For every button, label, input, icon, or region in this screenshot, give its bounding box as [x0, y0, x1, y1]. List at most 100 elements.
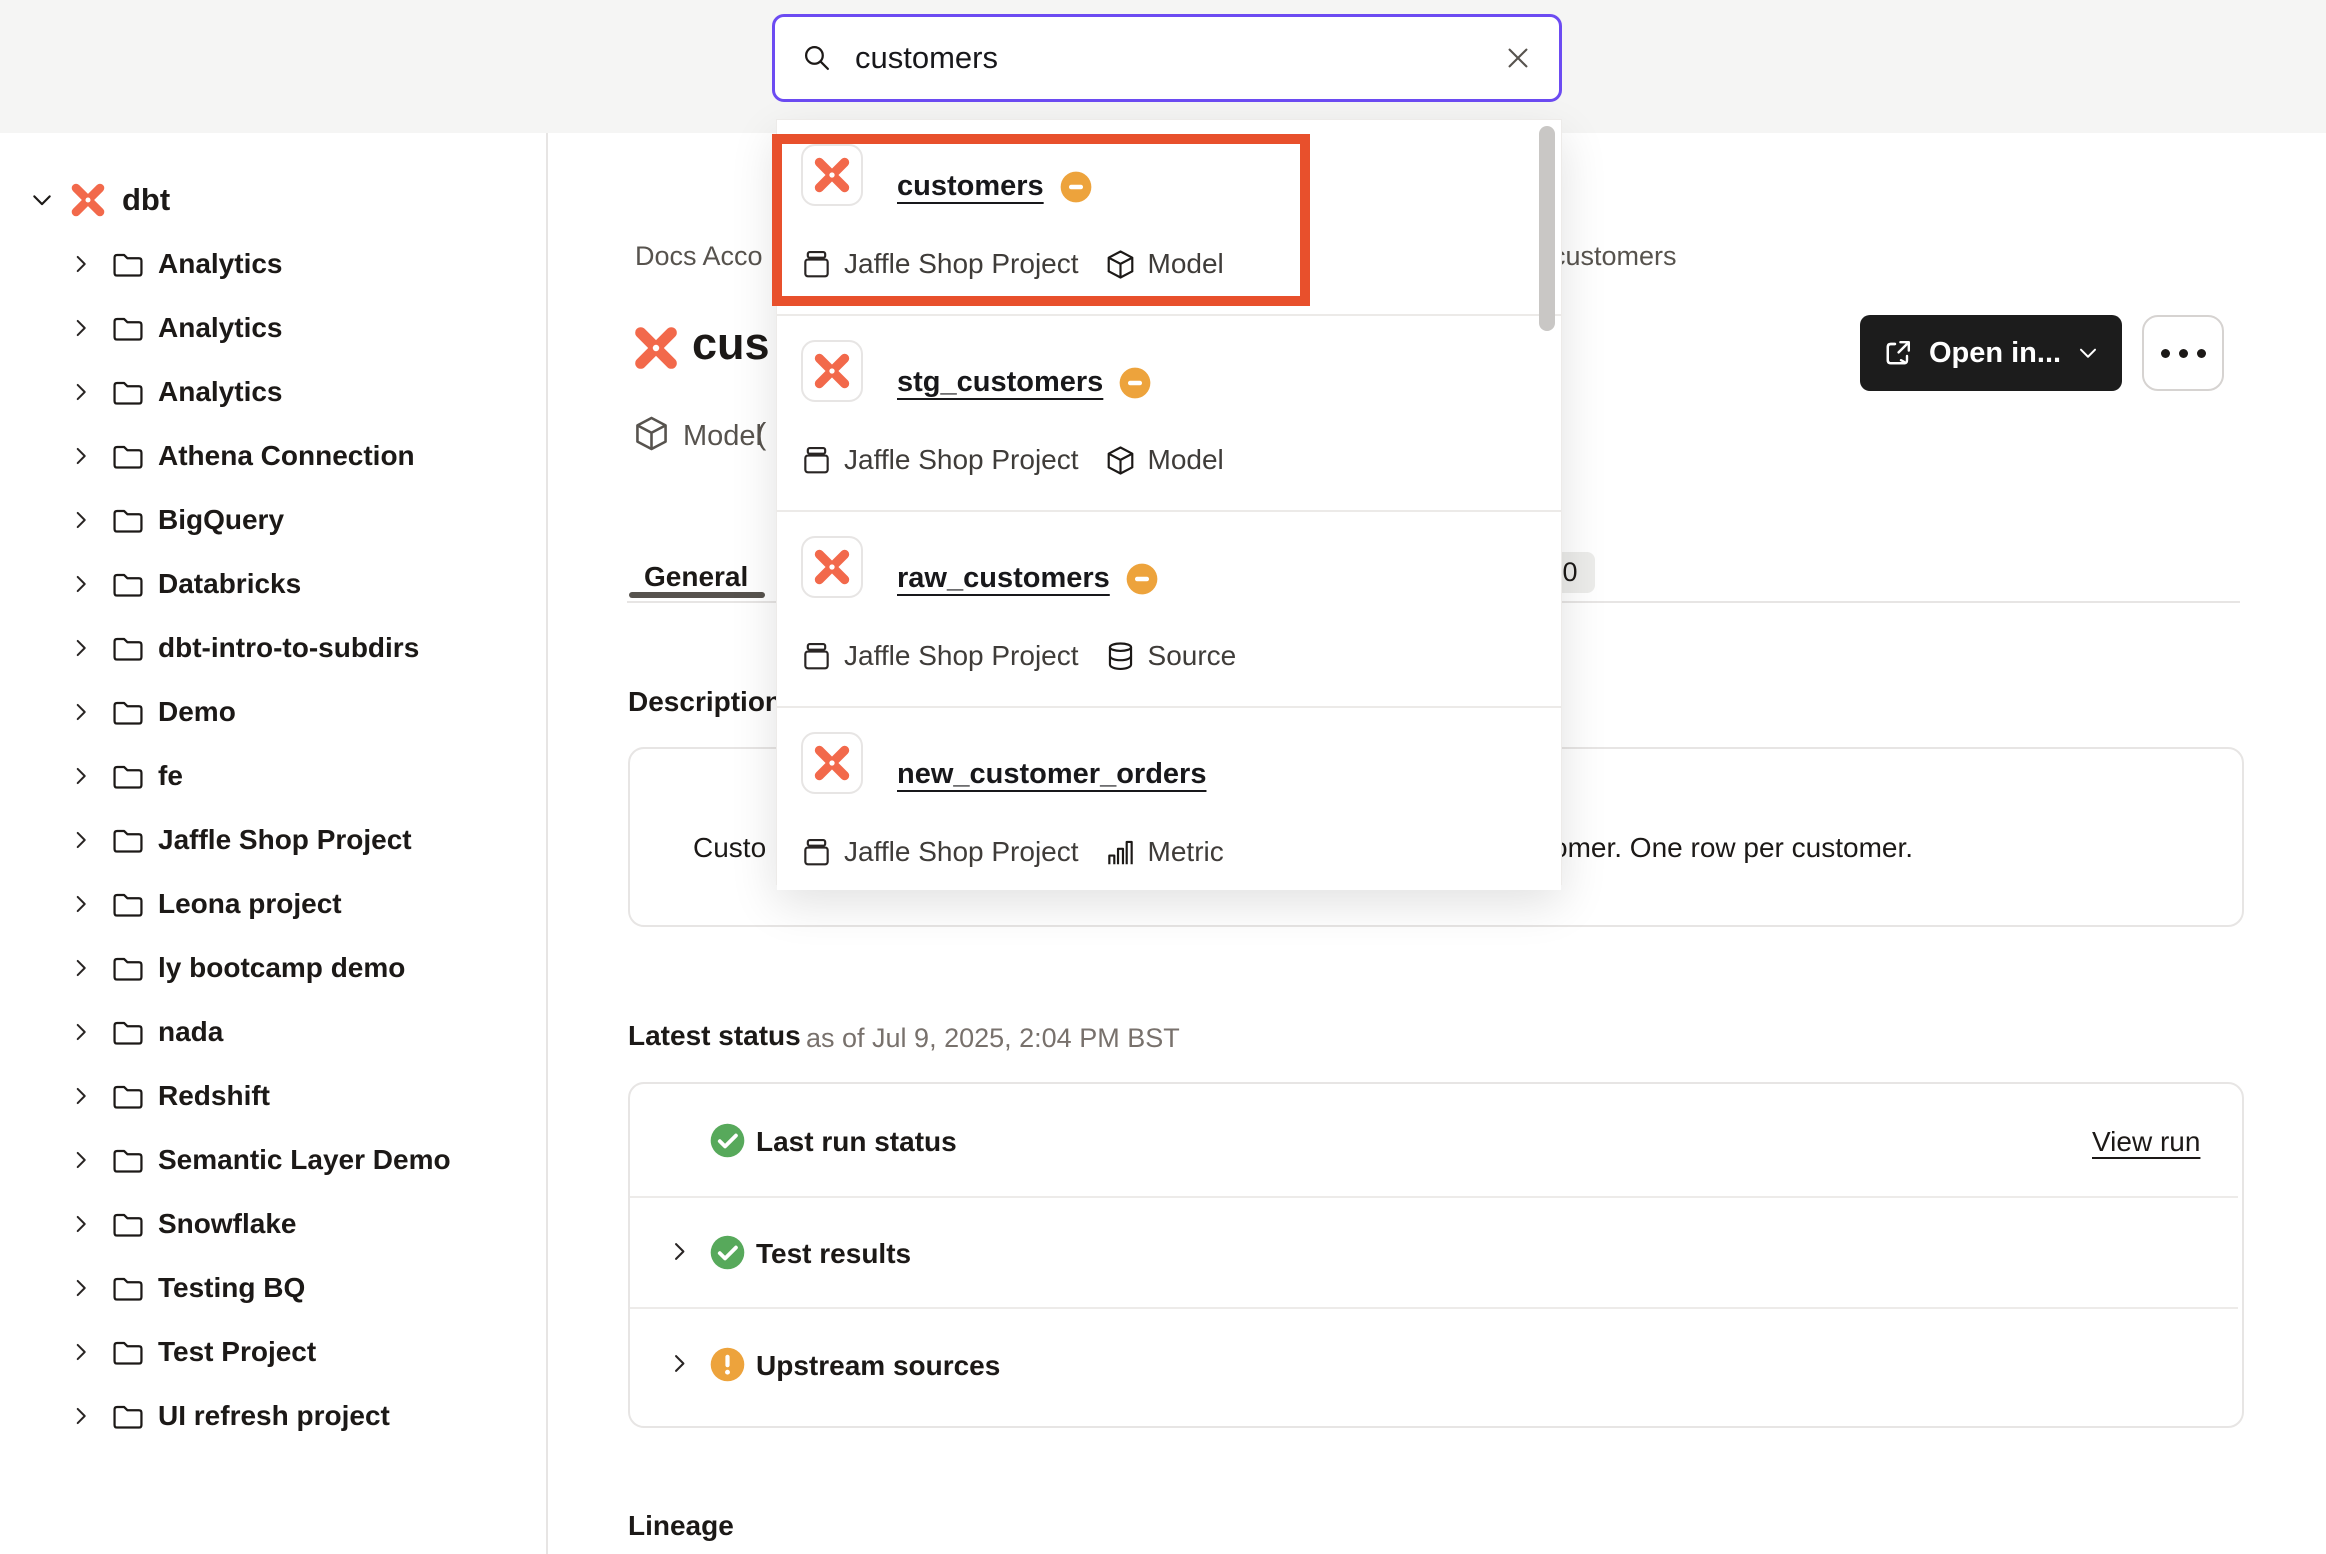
chevron-right-icon[interactable] — [70, 573, 92, 595]
folder-icon — [112, 1208, 144, 1240]
sidebar-tree-item[interactable]: fe — [0, 744, 544, 808]
dbt-logo-icon — [813, 156, 851, 194]
sidebar-tree-item[interactable]: ly bootcamp demo — [0, 936, 544, 1000]
chevron-right-icon[interactable] — [70, 1405, 92, 1427]
tree-item-label: Snowflake — [158, 1208, 296, 1240]
tree-item-label: Jaffle Shop Project — [158, 824, 412, 856]
sidebar-tree-item[interactable]: Leona project — [0, 872, 544, 936]
chevron-right-icon[interactable] — [70, 1277, 92, 1299]
chevron-right-icon[interactable] — [70, 1341, 92, 1363]
search-result-item[interactable]: stg_customers Jaffle Shop Project Model — [777, 316, 1561, 512]
test-results-label: Test results — [756, 1238, 911, 1270]
tab-general[interactable]: General — [644, 561, 748, 593]
card-divider — [630, 1307, 2238, 1309]
tree-item-label: Test Project — [158, 1336, 316, 1368]
tree-item-label: fe — [158, 760, 183, 792]
sidebar-tree-item[interactable]: UI refresh project — [0, 1384, 544, 1448]
folder-icon — [112, 824, 144, 856]
latest-status-timestamp: as of Jul 9, 2025, 2:04 PM BST — [806, 1023, 1180, 1054]
project-box-icon — [801, 641, 832, 672]
folder-icon — [112, 1144, 144, 1176]
folder-icon — [112, 1080, 144, 1112]
folder-icon — [112, 568, 144, 600]
chevron-right-icon[interactable] — [70, 957, 92, 979]
project-box-icon — [801, 445, 832, 476]
result-name[interactable]: new_customer_orders — [897, 758, 1206, 791]
chevron-right-icon[interactable] — [70, 317, 92, 339]
sidebar-tree-item[interactable]: Databricks — [0, 552, 544, 616]
result-type-label: Metric — [1148, 836, 1224, 868]
sidebar-tree-item[interactable]: BigQuery — [0, 488, 544, 552]
result-name[interactable]: stg_customers — [897, 366, 1103, 399]
sidebar-tree-item[interactable]: Analytics — [0, 360, 544, 424]
result-project: Jaffle Shop Project — [844, 444, 1079, 476]
breadcrumb-current: customers — [1552, 241, 1677, 272]
chevron-right-icon[interactable] — [70, 893, 92, 915]
project-sidebar: dbt Analytics Analytics Analytics Athena… — [0, 133, 548, 1554]
latest-status-heading: Latest status — [628, 1020, 801, 1052]
chevron-right-icon[interactable] — [70, 509, 92, 531]
chevron-right-icon[interactable] — [70, 829, 92, 851]
result-type-label: Model — [1148, 444, 1224, 476]
open-in-button[interactable]: Open in... — [1860, 315, 2122, 391]
result-dbt-icon-box — [801, 144, 863, 206]
search-results-list: customers Jaffle Shop Project Model stg_… — [777, 120, 1561, 890]
lineage-heading: Lineage — [628, 1510, 734, 1542]
sidebar-tree-item[interactable]: Jaffle Shop Project — [0, 808, 544, 872]
sidebar-tree-item[interactable]: nada — [0, 1000, 544, 1064]
sidebar-tree-item[interactable]: Test Project — [0, 1320, 544, 1384]
search-result-item[interactable]: customers Jaffle Shop Project Model — [777, 120, 1561, 316]
folder-icon — [112, 1016, 144, 1048]
chevron-right-icon[interactable] — [70, 1021, 92, 1043]
global-search-bar — [772, 14, 1562, 102]
chevron-right-icon[interactable] — [70, 701, 92, 723]
result-name[interactable]: raw_customers — [897, 562, 1110, 595]
chevron-right-icon[interactable] — [70, 253, 92, 275]
chevron-right-icon[interactable] — [70, 1085, 92, 1107]
chevron-right-icon[interactable] — [70, 765, 92, 787]
tree-item-label: Analytics — [158, 248, 283, 280]
dropdown-scrollbar[interactable] — [1539, 126, 1555, 331]
sidebar-tree-item[interactable]: dbt-intro-to-subdirs — [0, 616, 544, 680]
sidebar-tree-item[interactable]: Testing BQ — [0, 1256, 544, 1320]
clear-search-icon[interactable] — [1503, 43, 1533, 73]
search-input[interactable] — [853, 39, 1483, 77]
chevron-down-icon[interactable] — [30, 188, 54, 212]
breadcrumb: Docs Acco — [635, 241, 763, 272]
model-cube-icon — [1105, 249, 1136, 280]
result-meta: Jaffle Shop Project Model — [801, 444, 1224, 476]
project-tree: dbt Analytics Analytics Analytics Athena… — [0, 168, 544, 1448]
tree-item-label: Demo — [158, 696, 236, 728]
tree-root-dbt[interactable]: dbt — [0, 168, 544, 232]
chevron-right-icon[interactable] — [668, 1352, 691, 1375]
chevron-right-icon[interactable] — [70, 1213, 92, 1235]
chevron-right-icon[interactable] — [70, 381, 92, 403]
more-actions-button[interactable] — [2142, 315, 2224, 391]
description-text-left: Custo — [693, 832, 766, 864]
chevron-right-icon[interactable] — [668, 1240, 691, 1263]
stale-minus-badge-icon — [1119, 367, 1151, 399]
folder-icon — [112, 504, 144, 536]
chevron-right-icon[interactable] — [70, 445, 92, 467]
sidebar-tree-item[interactable]: Analytics — [0, 296, 544, 360]
folder-icon — [112, 952, 144, 984]
sidebar-tree-item[interactable]: Demo — [0, 680, 544, 744]
chevron-right-icon[interactable] — [70, 1149, 92, 1171]
sidebar-tree-item[interactable]: Redshift — [0, 1064, 544, 1128]
tree-item-label: BigQuery — [158, 504, 284, 536]
search-result-item[interactable]: new_customer_orders Jaffle Shop Project … — [777, 708, 1561, 890]
sidebar-tree-item[interactable]: Analytics — [0, 232, 544, 296]
sidebar-tree-item[interactable]: Semantic Layer Demo — [0, 1128, 544, 1192]
sidebar-tree-item[interactable]: Athena Connection — [0, 424, 544, 488]
chevron-right-icon[interactable] — [70, 637, 92, 659]
search-result-item[interactable]: raw_customers Jaffle Shop Project Source — [777, 512, 1561, 708]
view-run-link[interactable]: View run — [2092, 1126, 2200, 1158]
folder-icon — [112, 376, 144, 408]
external-link-icon — [1883, 338, 1913, 368]
description-text-right: omer. One row per customer. — [1552, 832, 1913, 864]
result-name[interactable]: customers — [897, 170, 1044, 203]
folder-icon — [112, 1336, 144, 1368]
active-tab-underline — [629, 592, 765, 598]
result-dbt-icon-box — [801, 536, 863, 598]
sidebar-tree-item[interactable]: Snowflake — [0, 1192, 544, 1256]
